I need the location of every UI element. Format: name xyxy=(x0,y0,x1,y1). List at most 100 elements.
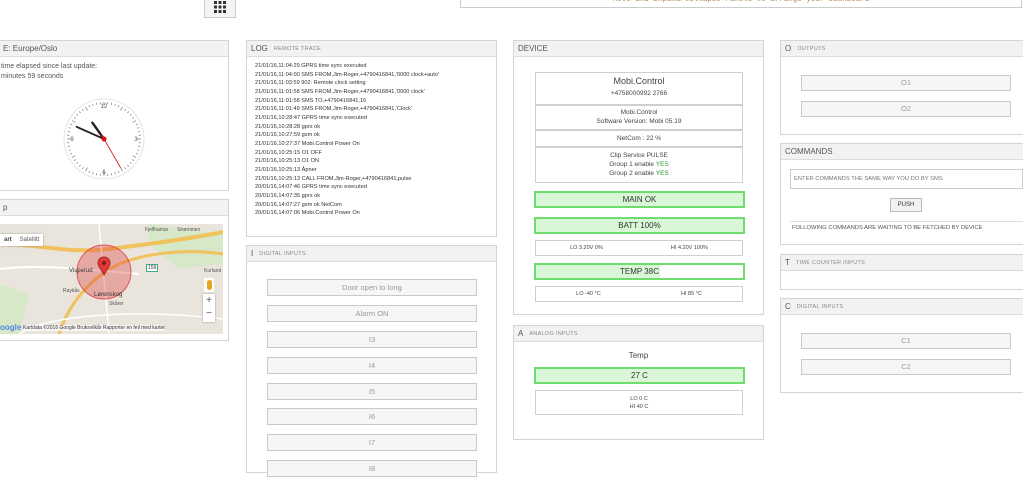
map-place-label: Skårer xyxy=(109,301,124,307)
map-panel-header[interactable]: p xyxy=(0,200,228,216)
map-panel-title: p xyxy=(3,203,7,212)
log-line: 20/01/16,14:07:27 gsm ok NetCom xyxy=(255,201,496,210)
log-line: 21/01/16,11:04:29 GPRS time sync execute… xyxy=(255,62,496,71)
pegman-icon[interactable] xyxy=(204,278,214,292)
push-button[interactable]: PUSH xyxy=(890,198,922,212)
device-panel-title: DEVICE xyxy=(518,44,548,53)
device-panel-header[interactable]: DEVICE xyxy=(514,41,763,57)
digital-input-button[interactable]: I7 xyxy=(267,434,477,451)
log-list[interactable]: 21/01/16,11:04:29 GPRS time sync execute… xyxy=(247,57,496,233)
digital-inputs-title: I xyxy=(251,249,253,258)
analog-hi: HI 40 C xyxy=(536,403,742,411)
digital-inputs-panel: I DIGITAL INPUTS Door open to long Alarm … xyxy=(246,245,497,473)
log-panel-header[interactable]: LOGREMOTE TRACE xyxy=(247,41,496,57)
analog-value: 27 C xyxy=(534,367,745,384)
clip-service: Clip Service PULSE xyxy=(536,151,742,160)
analog-inputs-panel: AANALOG INPUTS Temp 27 C LO 0 C HI 40 C xyxy=(513,325,764,440)
google-logo: oogle xyxy=(0,323,21,332)
device-name: Mobi.Control xyxy=(536,76,742,86)
battery-status: BATT 100% xyxy=(534,217,745,234)
map-type-satellite-button[interactable]: Satellitt xyxy=(16,234,44,246)
map-place-label: Raykås xyxy=(63,288,80,294)
outputs-header[interactable]: OOUTPUTS xyxy=(781,41,1023,57)
map-place-label: Fjellhamar xyxy=(145,227,168,233)
counter-button[interactable]: C1 xyxy=(801,333,1011,349)
commands-waiting-text: FOLLOWING COMMANDS ARE WAITING TO BE FET… xyxy=(792,225,982,231)
log-line: 21/01/16,11:03:59 902: Remote clock sett… xyxy=(255,79,496,88)
group1-label: Group 1 enable xyxy=(609,161,656,168)
output-button[interactable]: O2 xyxy=(801,101,1011,117)
counter-button[interactable]: C2 xyxy=(801,359,1011,375)
log-line: 21/01/16,10:25:15 O1 OFF xyxy=(255,149,496,158)
temperature-status: TEMP 38C xyxy=(534,263,745,280)
time-panel-title: E: Europe/Oslo xyxy=(3,44,57,53)
outputs-title: O xyxy=(785,44,791,53)
analog-inputs-header[interactable]: AANALOG INPUTS xyxy=(514,326,763,342)
battery-range: LO 3.20V 0% HI 4.20V 100% xyxy=(535,240,743,256)
clock-center xyxy=(102,137,107,142)
battery-hi: HI 4.20V 100% xyxy=(671,245,708,251)
log-line: 21/01/16,11:01:58 SMS FROM,Jim-Roger,+47… xyxy=(255,88,496,97)
device-product: Mobi.Control xyxy=(536,109,742,118)
map-place-label: Kurland xyxy=(204,268,221,274)
counter-inputs-title: C xyxy=(785,302,791,311)
map-place-label: Strømmen xyxy=(177,227,200,233)
temperature-lo: LO -40 °C xyxy=(576,291,601,297)
device-netcom: NetCom : 22 % xyxy=(535,130,743,147)
digital-inputs-subtitle: DIGITAL INPUTS xyxy=(259,251,306,257)
time-counter-header[interactable]: TTIME COUNTER INPUTS xyxy=(781,255,1023,271)
device-clip-box: Clip Service PULSE Group 1 enable YES Gr… xyxy=(535,147,743,183)
group1-status: YES xyxy=(656,161,669,168)
log-line: 21/01/16,11:04:00 SMS FROM,Jim-Roger,+47… xyxy=(255,71,496,80)
log-line: 21/01/16,10:27:59 gsm ok xyxy=(255,131,496,140)
device-panel: DEVICE Mobi.Control +4758000992 2766 Mob… xyxy=(513,40,764,315)
digital-input-button[interactable]: Door open to long xyxy=(267,279,477,296)
time-counter-panel: TTIME COUNTER INPUTS xyxy=(780,254,1023,290)
digital-input-button[interactable]: I4 xyxy=(267,357,477,374)
map-type-map-button[interactable]: art xyxy=(0,234,16,246)
dashboard-grid-button[interactable] xyxy=(204,0,236,18)
map-marker-icon[interactable] xyxy=(97,256,111,276)
digital-input-button[interactable]: I8 xyxy=(267,460,477,477)
digital-input-button[interactable]: I5 xyxy=(267,383,477,400)
digital-input-button[interactable]: I6 xyxy=(267,408,477,425)
log-line: 21/01/16,11:01:49 SMS FROM,Jim-Roger,+47… xyxy=(255,105,496,114)
digital-input-button[interactable]: I3 xyxy=(267,331,477,348)
dashboard-help-text: Move and Expand/Collapse Panels to arran… xyxy=(460,0,1022,8)
map-zoom-controls: + − xyxy=(203,294,215,322)
temperature-range: LO -40 °C HI 85 °C xyxy=(535,286,743,302)
digital-input-button[interactable]: Alarm ON xyxy=(267,305,477,322)
commands-title: COMMANDS xyxy=(785,147,833,156)
time-counter-subtitle: TIME COUNTER INPUTS xyxy=(796,260,865,266)
digital-inputs-header[interactable]: I DIGITAL INPUTS xyxy=(247,246,496,262)
counter-inputs-header[interactable]: C DIGITAL INPUTS xyxy=(781,299,1023,315)
time-panel-header[interactable]: E: Europe/Oslo xyxy=(0,41,228,57)
log-line: 21/01/16,11:01:58 SMS TO,+4790416841,16 xyxy=(255,97,496,106)
main-status: MAIN OK xyxy=(534,191,745,208)
zoom-in-button[interactable]: + xyxy=(203,294,215,307)
commands-header[interactable]: COMMANDS xyxy=(781,144,1023,160)
analog-label: Temp xyxy=(514,351,763,360)
device-id-box: Mobi.Control +4758000992 2766 xyxy=(535,72,743,105)
elapsed-value: minutes 59 seconds xyxy=(1,72,228,82)
counter-inputs-subtitle: DIGITAL INPUTS xyxy=(797,304,844,310)
zoom-out-button[interactable]: − xyxy=(203,307,215,320)
log-line: 21/01/16,10:25:13 O1 ON xyxy=(255,157,496,166)
map-place-label: Lørenskog xyxy=(94,292,122,298)
group2-label: Group 2 enable xyxy=(609,170,656,177)
log-panel-subtitle: REMOTE TRACE xyxy=(274,46,321,52)
map-type-toggle: art Satellitt xyxy=(0,234,43,246)
map-place-label: Visperud xyxy=(69,268,93,274)
output-button[interactable]: O1 xyxy=(801,75,1011,91)
elapsed-label: time elapsed since last update: xyxy=(1,62,228,72)
command-input[interactable] xyxy=(790,169,1023,189)
map-footer: Kartdata ©2016 Google Bruksvilkår Rappor… xyxy=(23,325,165,331)
map-panel: p art Satellitt Fjellhamar Strømmen Visp… xyxy=(0,199,229,341)
counter-inputs-panel: C DIGITAL INPUTS C1 C2 xyxy=(780,298,1023,393)
log-line: 20/01/16,14:07:06 Mobi.Control Power On xyxy=(255,209,496,218)
analog-inputs-subtitle: ANALOG INPUTS xyxy=(529,331,578,337)
map-view[interactable]: art Satellitt Fjellhamar Strømmen Visper… xyxy=(0,224,223,334)
log-panel: LOGREMOTE TRACE 21/01/16,11:04:29 GPRS t… xyxy=(246,40,497,237)
log-line: 20/01/16,14:07:35 gprs ok xyxy=(255,192,496,201)
analog-lo: LO 0 C xyxy=(536,395,742,403)
